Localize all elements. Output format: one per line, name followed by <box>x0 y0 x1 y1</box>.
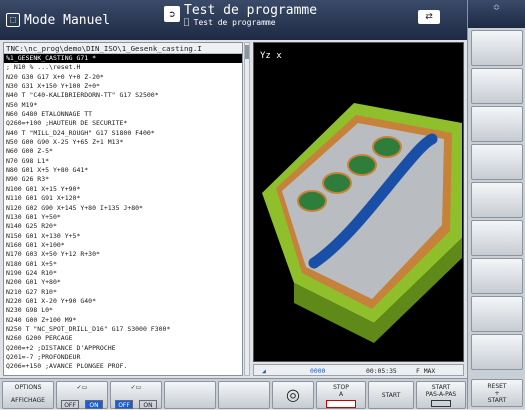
program-line[interactable]: N100 G01 X+15 Y+90* <box>4 185 242 194</box>
options-softkey[interactable]: OPTIONS AFFICHAGE <box>2 381 54 409</box>
program-line[interactable]: N210 G27 R10* <box>4 288 242 297</box>
workpiece-graphic <box>262 103 462 343</box>
empty-softkey-2[interactable] <box>218 381 270 409</box>
toggle-graphic-icon-2: ✓▭ <box>130 384 142 391</box>
program-line[interactable]: N130 G01 Y+50* <box>4 213 242 222</box>
program-scrollbar[interactable] <box>244 42 250 376</box>
axis-indicator: Yz x <box>260 51 282 61</box>
vertical-softkey-6[interactable] <box>471 220 523 256</box>
toggle-softkey-1[interactable]: ✓▭ OFF ON <box>56 381 108 409</box>
feed-dial-icon: ◎ <box>286 385 300 404</box>
program-line[interactable]: N80 G01 X+5 Y+80 G41* <box>4 166 242 175</box>
program-line[interactable]: N220 G01 X-20 Y+90 G40* <box>4 297 242 306</box>
program-line[interactable]: N110 G01 G91 X+120* <box>4 194 242 203</box>
program-line[interactable]: N40 T "C40-KALIBRIERDORN-TT" G17 S2500* <box>4 91 242 100</box>
vertical-softkey-5[interactable] <box>471 182 523 218</box>
program-line[interactable]: N20 G30 G17 X+0 Y+0 Z-20* <box>4 73 242 82</box>
toggle-off-1[interactable]: OFF <box>61 400 79 409</box>
program-lines: %1_GESENK_CASTING G71 *; N10 % ...\reset… <box>4 54 242 372</box>
program-test-icon: ➲ <box>164 6 180 22</box>
program-line[interactable]: N260 G200 PERCAGE <box>4 334 242 343</box>
side-top-indicator: ≎ <box>468 0 525 28</box>
vertical-softkey-bar: ≎ RESET + START <box>467 0 525 409</box>
program-line[interactable]: N190 G24 R10* <box>4 269 242 278</box>
vertical-softkey-7[interactable] <box>471 258 523 294</box>
view-icon[interactable]: ◢ <box>262 367 266 375</box>
program-line[interactable]: N200 G01 Y+80* <box>4 278 242 287</box>
program-listing[interactable]: TNC:\nc_prog\demo\DIN_ISO\1_Gesenk_casti… <box>3 42 243 376</box>
program-line[interactable]: N250 T "NC_SPOT_DRILL_D16" G17 S3000 F30… <box>4 325 242 334</box>
single-step-icon <box>431 400 451 407</box>
vertical-softkey-4[interactable] <box>471 144 523 180</box>
program-path: TNC:\nc_prog\demo\DIN_ISO\1_Gesenk_casti… <box>4 43 242 54</box>
program-line[interactable]: Q200=+2 ;DISTANCE D'APPROCHE <box>4 344 242 353</box>
feed-dial-softkey[interactable]: ◎ <box>272 381 314 409</box>
toggle-softkey-2[interactable]: ✓▭ OFF ON <box>110 381 162 409</box>
toggle-on-1[interactable]: ON <box>85 400 103 409</box>
toggle-off-2[interactable]: OFF <box>115 400 133 409</box>
program-line[interactable]: N170 G03 X+50 Y+12 R+30* <box>4 250 242 259</box>
run-time: 00:05:35 <box>366 367 397 375</box>
program-line[interactable]: N50 G00 G90 X-25 Y+65 Z+1 M13* <box>4 138 242 147</box>
vertical-softkey-2[interactable] <box>471 68 523 104</box>
toggle-on-2[interactable]: ON <box>139 400 157 409</box>
vertical-softkey-9[interactable] <box>471 334 523 370</box>
stop-at-icon <box>326 400 356 408</box>
toggle-graphic-icon-1: ✓▭ <box>76 384 88 391</box>
program-mode-section[interactable]: ➲ Test de programme ⎕ Test de programme <box>164 0 317 40</box>
header-bar: ⬚ Mode Manuel ➲ Test de programme ⎕ Test… <box>0 0 467 40</box>
program-line[interactable]: N90 G26 R3* <box>4 175 242 184</box>
program-line[interactable]: N150 G01 X+130 Y+5* <box>4 232 242 241</box>
program-mode-subtitle: ⎕ Test de programme <box>184 18 276 27</box>
program-line[interactable]: N140 G25 R20* <box>4 222 242 231</box>
status-bar: ◢ 0000 00:05:35 F MAX <box>253 364 464 376</box>
program-line[interactable]: Q201=-7 ;PROFONDEUR <box>4 353 242 362</box>
program-line[interactable]: ; N10 % ...\reset.H <box>4 63 242 72</box>
program-line[interactable]: N50 M19* <box>4 101 242 110</box>
program-line[interactable]: N240 G00 Z+100 M9* <box>4 316 242 325</box>
program-line[interactable]: N180 G01 X+5* <box>4 260 242 269</box>
program-line[interactable]: N160 G01 X+100* <box>4 241 242 250</box>
program-line[interactable]: Q260=+100 ;HAUTEUR DE SECURITE* <box>4 119 242 128</box>
scrollbar-thumb[interactable] <box>245 45 249 59</box>
program-line[interactable]: N60 G480 ETALONNAGE TT <box>4 110 242 119</box>
stop-at-softkey[interactable]: STOP A <box>316 381 366 409</box>
start-softkey[interactable]: START <box>368 381 414 409</box>
reset-start-button[interactable]: RESET + START <box>471 379 523 407</box>
program-line[interactable]: N60 G00 Z-5* <box>4 147 242 156</box>
program-line[interactable]: N30 G31 X+150 Y+100 Z+0* <box>4 82 242 91</box>
program-line[interactable]: N230 G98 L0* <box>4 306 242 315</box>
tool-icon[interactable]: ⇄ <box>418 10 440 24</box>
progress-dots: 0000 <box>310 367 326 375</box>
mode-section[interactable]: ⬚ Mode Manuel <box>0 0 160 40</box>
feed-override: F MAX <box>416 367 436 375</box>
vertical-softkey-1[interactable] <box>471 30 523 66</box>
vertical-softkey-3[interactable] <box>471 106 523 142</box>
program-line[interactable]: Q206=+150 ;AVANCE PLONGEE PROF. <box>4 362 242 371</box>
program-mode-title: Test de programme <box>184 3 318 18</box>
simulation-view: Yz x <box>253 42 464 362</box>
vertical-softkey-8[interactable] <box>471 296 523 332</box>
mode-label: Mode Manuel <box>24 12 111 28</box>
program-line[interactable]: N120 G02 G90 X+145 Y+80 I+135 J+80* <box>4 204 242 213</box>
program-line[interactable]: N70 G98 L1* <box>4 157 242 166</box>
single-step-softkey[interactable]: START PAS-A-PAS <box>416 381 466 409</box>
softkey-bar: OPTIONS AFFICHAGE ✓▭ OFF ON ✓▭ OFF ON ◎ S… <box>0 378 467 409</box>
program-line[interactable]: N40 T "MILL_D24_ROUGH" G17 S1800 F400* <box>4 129 242 138</box>
empty-softkey-1[interactable] <box>164 381 216 409</box>
machine-icon: ⬚ <box>6 13 20 27</box>
program-line[interactable]: %1_GESENK_CASTING G71 * <box>4 54 242 64</box>
